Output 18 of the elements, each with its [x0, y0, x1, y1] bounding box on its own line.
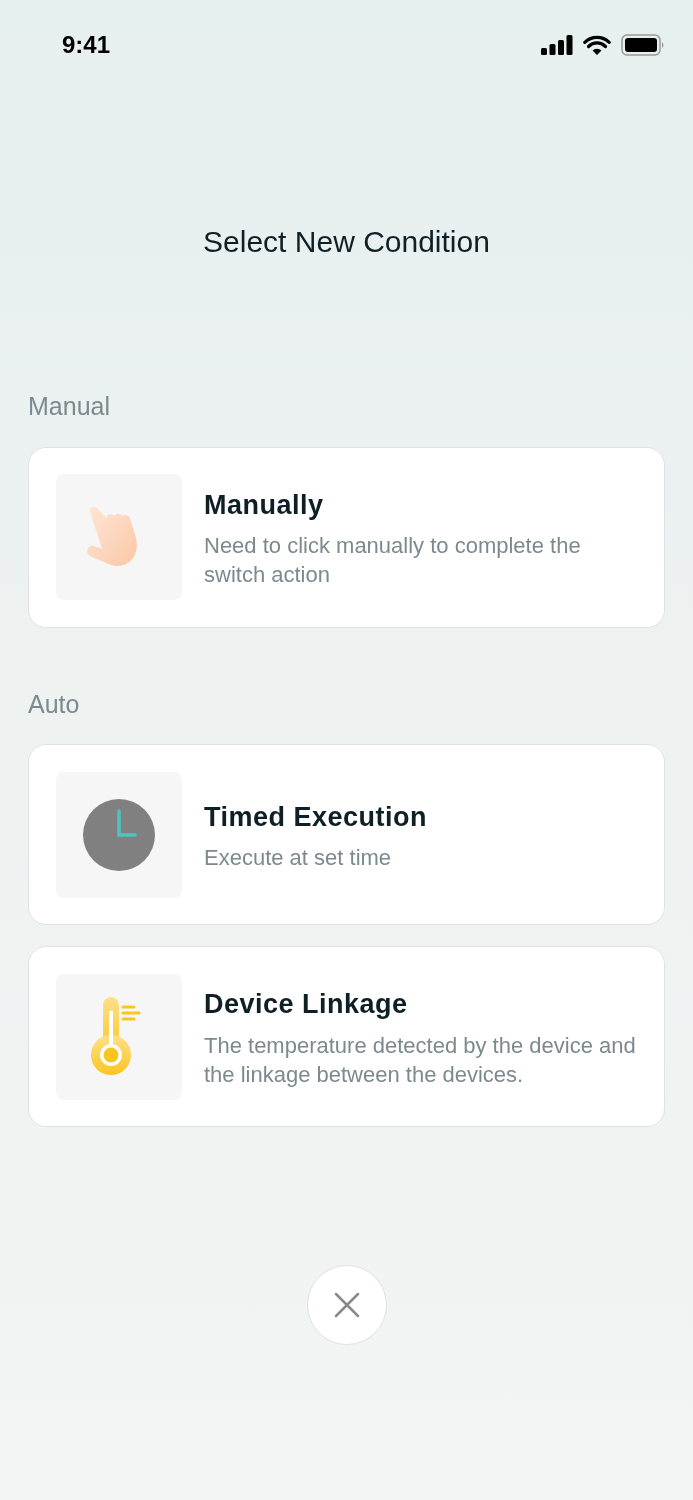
wifi-icon: [583, 35, 611, 55]
status-time: 9:41: [62, 30, 111, 60]
condition-card[interactable]: Timed Execution Execute at set time: [28, 744, 665, 925]
condition-card[interactable]: Device Linkage The temperature detected by the device and the linkage between the devices.: [28, 946, 665, 1127]
card-description: Execute at set time: [204, 844, 393, 873]
battery-icon: [621, 34, 665, 56]
condition-card[interactable]: Manually Need to click manually to complete the switch action: [28, 446, 665, 628]
signal-icon: [541, 35, 573, 55]
clock-icon: [83, 798, 155, 871]
card-description: Need to click manually to complete the switch action: [204, 532, 582, 590]
section-label: Auto: [28, 688, 81, 720]
card-description: The temperature detected by the device and the linkage between the devices.: [204, 1031, 637, 1089]
card-title: Timed Execution: [204, 800, 428, 834]
page-title: Select New Condition: [203, 224, 490, 260]
card-title: Device Linkage: [204, 988, 409, 1022]
section-label: Manual: [28, 391, 111, 422]
close-icon: [333, 1292, 360, 1318]
card-title: Manually: [204, 488, 325, 522]
